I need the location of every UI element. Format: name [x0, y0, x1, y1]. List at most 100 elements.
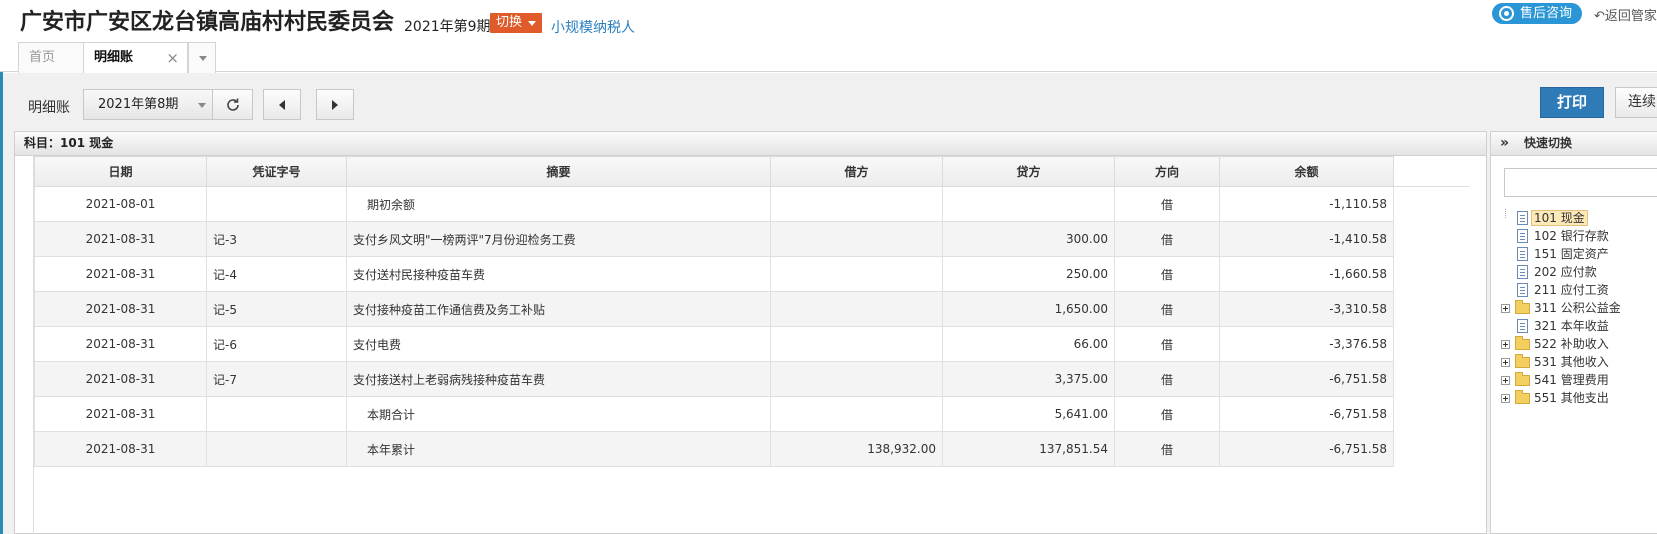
refresh-icon — [226, 98, 239, 111]
table-row[interactable]: 2021-08-31 记-6 支付电费 66.00 借 -3,376.58 — [34, 326, 1469, 362]
cell-summary: 本年累计 — [346, 431, 771, 467]
cell-credit: 5,641.00 — [942, 396, 1115, 432]
cell-credit: 66.00 — [942, 326, 1115, 362]
cell-date: 2021-08-31 — [34, 326, 207, 362]
tree-node-label: 102 银行存款 — [1534, 229, 1609, 243]
tree-node-label: 531 其他收入 — [1534, 355, 1609, 369]
column-header-debit[interactable]: 借方 — [770, 156, 943, 187]
return-to-manager-link[interactable]: ↶返回管家 — [1594, 5, 1657, 24]
column-header-direction[interactable]: 方向 — [1114, 156, 1220, 187]
previous-period-button[interactable] — [263, 89, 301, 120]
cell-voucher[interactable]: 记-3 — [206, 221, 347, 257]
tab-more-dropdown[interactable] — [188, 42, 216, 73]
tree-node-541[interactable]: 541 管理费用 — [1491, 371, 1624, 389]
expand-plus-icon[interactable] — [1501, 358, 1510, 367]
eye-icon — [1499, 6, 1514, 21]
column-header-filler — [1393, 156, 1469, 187]
print-button[interactable]: 打印 — [1540, 87, 1604, 118]
tree-node-151[interactable]: 151 固定资产 — [1491, 245, 1624, 263]
double-chevron-right-icon[interactable]: » — [1500, 132, 1524, 155]
cell-voucher[interactable]: 记-7 — [206, 361, 347, 397]
period-select-value: 2021年第8期 — [98, 97, 179, 112]
table-row[interactable]: 2021-08-31 本期合计 5,641.00 借 -6,751.58 — [34, 396, 1469, 432]
quick-switch-header[interactable]: » 快速切换 — [1491, 132, 1657, 156]
switch-label: 切换 — [496, 15, 523, 30]
cell-balance: -6,751.58 — [1219, 431, 1394, 467]
tree-node-531[interactable]: 531 其他收入 — [1491, 353, 1624, 371]
cell-filler — [1393, 326, 1469, 362]
main-content: 明细账 2021年第8期 打印 连续 科目：101 现金 日期 凭证字号 摘要 … — [3, 73, 1657, 534]
cell-filler — [1393, 221, 1469, 257]
table-row[interactable]: 2021-08-31 记-7 支付接送村上老弱病残接种疫苗车费 3,375.00… — [34, 361, 1469, 397]
tree-node-551[interactable]: 551 其他支出 — [1491, 389, 1624, 407]
column-header-summary[interactable]: 摘要 — [346, 156, 771, 187]
column-header-date[interactable]: 日期 — [34, 156, 207, 187]
tree-node-label: 151 固定资产 — [1534, 247, 1609, 261]
switch-period-button[interactable]: 切换 — [490, 13, 543, 33]
tree-node-202[interactable]: 202 应付款 — [1491, 263, 1624, 281]
column-header-credit[interactable]: 贷方 — [942, 156, 1115, 187]
tab-detail-ledger[interactable]: 明细账 × — [83, 42, 188, 74]
cell-date: 2021-08-31 — [34, 396, 207, 432]
table-row[interactable]: 2021-08-31 记-5 支付接种疫苗工作通信费及务工补贴 1,650.00… — [34, 291, 1469, 327]
caret-down-icon — [528, 21, 537, 26]
period-select[interactable]: 2021年第8期 — [83, 89, 215, 120]
close-icon[interactable]: × — [166, 43, 179, 73]
cell-direction: 借 — [1114, 326, 1220, 362]
table-row[interactable]: 2021-08-31 记-4 支付送村民接种疫苗车费 250.00 借 -1,6… — [34, 256, 1469, 292]
cell-summary: 支付接送村上老弱病残接种疫苗车费 — [346, 361, 771, 397]
tree-node-321[interactable]: 321 本年收益 — [1491, 317, 1624, 335]
tab-home[interactable]: 首页 — [18, 42, 84, 73]
continuous-print-button[interactable]: 连续 — [1615, 87, 1657, 118]
taxpayer-type-link[interactable]: 小规模纳税人 — [551, 17, 635, 37]
cell-debit — [770, 361, 943, 397]
cell-credit: 250.00 — [942, 256, 1115, 292]
folder-icon — [1515, 336, 1530, 350]
folder-icon — [1515, 354, 1530, 368]
cell-direction: 借 — [1114, 396, 1220, 432]
tree-node-311[interactable]: 311 公积公益金 — [1491, 299, 1624, 317]
table-header-row: 日期 凭证字号 摘要 借方 贷方 方向 余额 — [34, 156, 1469, 187]
cell-summary: 期初余额 — [346, 186, 771, 222]
cell-debit — [770, 291, 943, 327]
tree-node-102[interactable]: 102 银行存款 — [1491, 227, 1624, 245]
service-label: 售后咨询 — [1520, 6, 1573, 21]
cell-credit — [942, 186, 1115, 222]
expand-plus-icon[interactable] — [1501, 376, 1510, 385]
folder-icon — [1515, 390, 1530, 404]
table-row[interactable]: 2021-08-31 记-3 支付乡风文明"一榜两评"7月份迎检务工费 300.… — [34, 221, 1469, 257]
tree-node-label: 321 本年收益 — [1534, 319, 1609, 333]
cell-voucher — [206, 396, 347, 432]
expand-plus-icon[interactable] — [1501, 394, 1510, 403]
cell-debit — [770, 326, 943, 362]
cell-voucher[interactable]: 记-6 — [206, 326, 347, 362]
refresh-button[interactable] — [212, 89, 253, 120]
column-header-balance[interactable]: 余额 — [1219, 156, 1394, 187]
tree-node-101[interactable]: 101 现金 — [1491, 209, 1624, 227]
document-icon — [1517, 211, 1528, 225]
account-tree: 101 现金 102 银行存款 151 固定资产 202 应付款 211 应付工… — [1491, 209, 1624, 407]
expand-plus-icon[interactable] — [1501, 304, 1510, 313]
cell-date: 2021-08-31 — [34, 256, 207, 292]
cell-date: 2021-08-31 — [34, 361, 207, 397]
cell-date: 2021-08-31 — [34, 291, 207, 327]
table-row[interactable]: 2021-08-31 本年累计 138,932.00 137,851.54 借 … — [34, 431, 1469, 467]
cell-summary: 支付送村民接种疫苗车费 — [346, 256, 771, 292]
cell-voucher[interactable]: 记-4 — [206, 256, 347, 292]
next-period-button[interactable] — [316, 89, 354, 120]
tree-node-label: 211 应付工资 — [1534, 283, 1609, 297]
cell-credit: 3,375.00 — [942, 361, 1115, 397]
back-label: 返回管家 — [1604, 9, 1657, 24]
tree-node-522[interactable]: 522 补助收入 — [1491, 335, 1624, 353]
account-search-input[interactable] — [1504, 168, 1657, 197]
tree-node-211[interactable]: 211 应付工资 — [1491, 281, 1624, 299]
cell-date: 2021-08-31 — [34, 431, 207, 467]
column-header-voucher[interactable]: 凭证字号 — [206, 156, 347, 187]
tab-detail-ledger-label: 明细账 — [94, 50, 134, 65]
table-row[interactable]: 2021-08-01 期初余额 借 -1,110.58 — [34, 186, 1469, 222]
after-sales-consult-button[interactable]: 售后咨询 — [1492, 3, 1583, 24]
cell-debit — [770, 186, 943, 222]
cell-voucher[interactable]: 记-5 — [206, 291, 347, 327]
expand-plus-icon[interactable] — [1501, 340, 1510, 349]
cell-voucher — [206, 186, 347, 222]
